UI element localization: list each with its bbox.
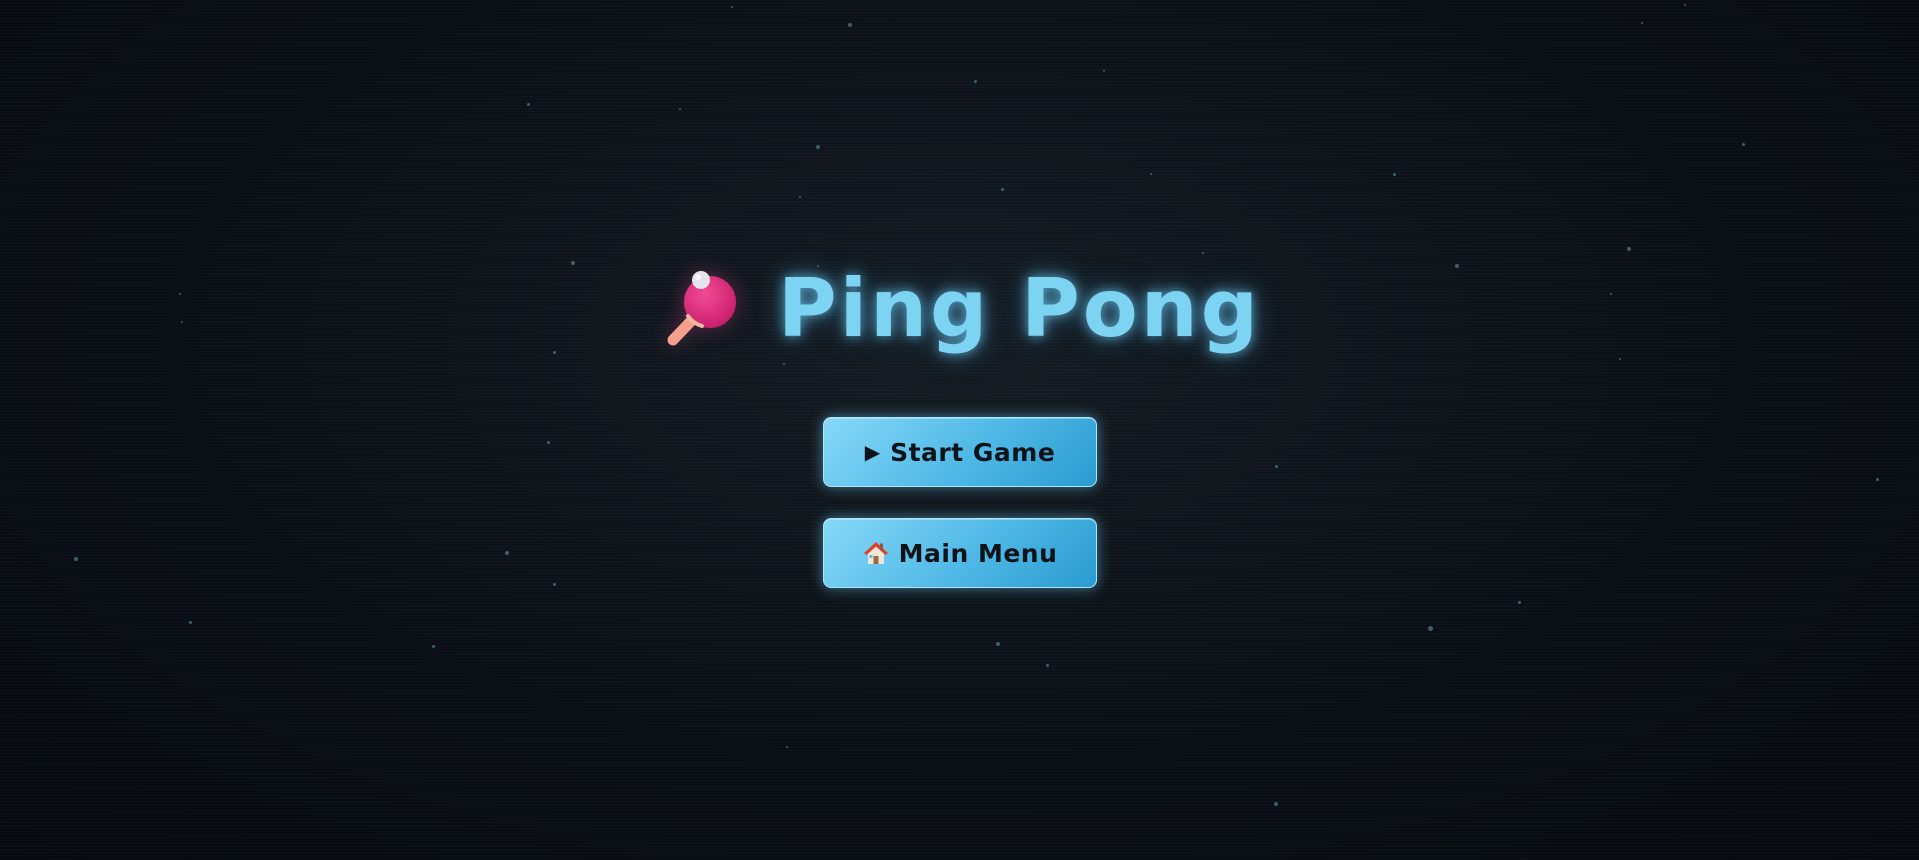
star — [505, 551, 509, 555]
star — [799, 196, 801, 198]
start-game-label: Start Game — [890, 437, 1056, 467]
star — [1202, 252, 1204, 254]
star — [1876, 478, 1879, 481]
start-game-button[interactable]: ▶ Start Game — [823, 417, 1097, 487]
star — [1275, 465, 1278, 468]
star — [189, 621, 192, 624]
star — [974, 80, 977, 83]
star — [527, 103, 530, 106]
star — [816, 145, 820, 149]
star — [1641, 22, 1643, 24]
star — [1150, 173, 1152, 175]
star — [1518, 601, 1521, 604]
star — [1393, 173, 1396, 176]
star — [432, 645, 435, 648]
star — [731, 6, 733, 8]
star — [547, 441, 550, 444]
star — [571, 261, 575, 265]
star — [1428, 626, 1433, 631]
star — [1046, 664, 1049, 667]
main-menu-button[interactable]: Main Menu — [823, 518, 1097, 588]
main-menu-label: Main Menu — [898, 538, 1058, 568]
star — [1742, 143, 1745, 146]
star — [679, 108, 681, 110]
star — [1103, 70, 1105, 72]
star — [1627, 247, 1631, 251]
star — [1274, 802, 1278, 806]
star — [74, 557, 78, 561]
star — [1001, 188, 1004, 191]
star — [996, 642, 1000, 646]
star — [786, 746, 788, 748]
ping-pong-paddle-icon — [667, 271, 737, 346]
star — [1684, 4, 1686, 6]
play-icon: ▶ — [864, 440, 881, 464]
star — [783, 363, 785, 365]
star — [1619, 358, 1621, 360]
star — [553, 583, 556, 586]
house-icon — [863, 542, 888, 564]
star — [848, 23, 852, 27]
game-title: Ping Pong — [778, 262, 1261, 355]
title-row: Ping Pong — [0, 268, 1919, 354]
